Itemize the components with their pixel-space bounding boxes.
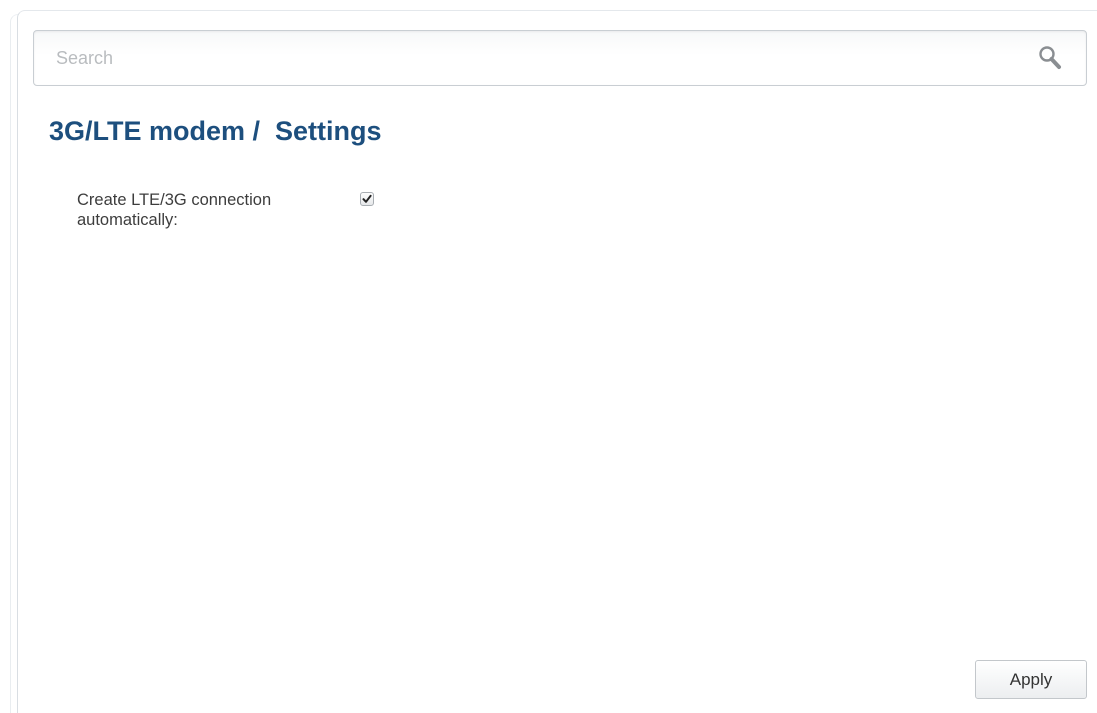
search-icon[interactable] bbox=[1036, 44, 1066, 74]
auto-connect-label: Create LTE/3G connection automatically: bbox=[77, 191, 272, 229]
search-input[interactable] bbox=[56, 45, 1016, 71]
auto-connect-checkbox[interactable] bbox=[360, 192, 374, 206]
page-title: 3G/LTE modem / Settings bbox=[49, 116, 382, 146]
search-bar bbox=[33, 30, 1087, 86]
checkmark-icon bbox=[362, 194, 372, 203]
apply-button[interactable]: Apply bbox=[975, 660, 1087, 699]
